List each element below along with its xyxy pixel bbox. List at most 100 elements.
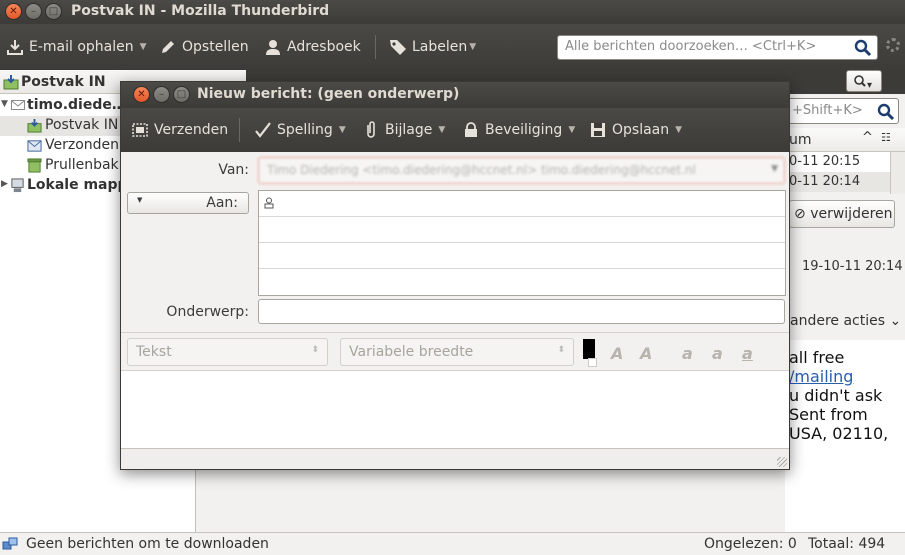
message-body-line: all free [789,348,845,367]
compose-body-editor[interactable] [121,370,789,448]
compose-title: Nieuw bericht: (geen onderwerp) [197,86,460,102]
search-icon[interactable] [876,102,896,123]
total-count: Totaal: 494 [808,536,886,552]
quick-filter-button[interactable]: ▾ [846,70,882,92]
checkmark-icon [254,121,272,139]
recipient-type-select[interactable]: ▼ Aan: [127,192,249,214]
folder-label: Postvak IN [45,117,119,133]
resize-grip-icon[interactable] [777,457,787,467]
compose-label: Opstellen [182,39,249,55]
subject-input[interactable] [258,299,785,324]
search-icon [854,75,866,87]
global-search-placeholder: Alle berichten doorzoeken… <Ctrl+K> [565,39,817,54]
chevron-down-icon[interactable]: ▼ [568,125,575,135]
delete-button[interactable]: ⊘ verwijderen [789,200,895,228]
message-list-header[interactable]: um ^ ☷ [785,128,905,152]
recipient-type-label: Aan: [206,195,238,211]
message-date: 19-10-11 20:14 [802,259,903,274]
send-icon [131,121,149,139]
chevron-down-icon[interactable]: ▼ [339,125,346,135]
recipient-list [258,190,786,296]
recipient-row[interactable] [259,191,785,217]
compose-button[interactable]: Opstellen [159,36,249,58]
toolbar-separator [375,35,376,59]
date-column-header[interactable]: um [789,132,812,148]
chevron-updown-icon: ⬍ [311,345,319,355]
compose-status-bar [121,448,789,469]
message-body-line: Sent from [789,405,868,424]
get-mail-button[interactable]: E-mail ophalen ▼ [6,36,147,58]
table-row[interactable]: 0-11 20:14 [785,172,890,192]
status-bar: Geen berichten om te downloaden Ongeleze… [0,532,905,555]
chevron-down-icon[interactable]: ▼ [140,42,147,52]
sort-ascending-icon[interactable]: ^ [862,130,873,145]
lock-icon [462,121,480,139]
font-select[interactable]: Variabele breedte ⬍ [340,338,574,366]
minimize-window-button[interactable]: – [25,3,42,20]
minimize-compose-button[interactable]: – [153,86,170,103]
window-title: Postvak IN - Mozilla Thunderbird [71,3,330,19]
pencil-icon [159,38,177,56]
address-book-label: Adresboek [287,39,361,55]
status-text: Geen berichten om te downloaden [26,536,269,552]
table-row[interactable]: 0-11 20:15 [785,152,890,172]
tag-button[interactable]: Labelen ▼ [389,36,476,58]
expander-open-icon[interactable]: ▼ [1,99,8,109]
from-label: Van: [218,162,249,178]
chevron-down-icon[interactable]: ▼ [438,125,445,135]
recipient-row[interactable] [259,243,785,269]
text-color-swatch[interactable] [583,339,595,359]
save-button[interactable]: Opslaan ▼ [589,119,682,141]
paperclip-icon [362,121,380,139]
chevron-down-icon[interactable]: ▼ [675,125,682,135]
background-color-swatch[interactable] [588,358,597,367]
chevron-down-icon: ▼ [137,196,143,204]
chevron-updown-icon: ⬍ [557,345,565,355]
more-actions-button[interactable]: andere acties ⌄ [790,313,901,329]
chevron-down-icon: ⌄ [889,313,902,329]
more-actions-label: andere acties [790,313,886,329]
attach-button[interactable]: Bijlage ▼ [362,119,445,141]
message-list-scrollbar[interactable] [890,152,905,194]
expander-closed-icon[interactable]: ▶ [1,179,8,189]
address-book-button[interactable]: Adresboek [264,36,361,58]
gear-icon[interactable] [886,38,900,52]
close-compose-button[interactable]: ✕ [133,86,150,103]
bold-icon[interactable]: a [682,344,702,364]
maximize-compose-button[interactable]: □ [173,86,190,103]
network-status-icon[interactable] [2,536,18,555]
folder-label: Prullenbak [45,157,119,173]
text-color-picker[interactable] [581,339,597,367]
font-value: Variabele breedte [349,344,474,360]
folder-pane-title: Postvak IN [21,74,106,90]
security-label: Beveiliging [485,122,563,138]
contact-icon [264,197,274,213]
font-size-smaller-icon[interactable]: A [611,344,631,364]
recipient-row[interactable] [259,269,785,295]
main-titlebar: ✕ – □ Postvak IN - Mozilla Thunderbird [0,0,905,24]
from-select[interactable]: Timo Diedering <timo.diedering@hccnet.nl… [258,157,785,184]
paragraph-format-select[interactable]: Tekst ⬍ [127,338,328,366]
italic-icon[interactable]: a [712,344,732,364]
column-picker-icon[interactable]: ☷ [881,131,891,144]
quick-search-input[interactable]: +Shift+K> [785,98,899,124]
recipient-row[interactable] [259,217,785,243]
font-size-larger-icon[interactable]: A [640,344,660,364]
message-body-line: u didn't ask [789,386,883,405]
security-button[interactable]: Beveiliging ▼ [462,119,575,141]
search-icon[interactable] [853,38,873,57]
underline-icon[interactable]: a [742,344,762,364]
unread-count: Ongelezen: 0 [704,536,797,552]
global-search-input[interactable]: Alle berichten doorzoeken… <Ctrl+K> [557,35,878,60]
close-window-button[interactable]: ✕ [5,3,22,20]
maximize-window-button[interactable]: □ [45,3,62,20]
no-entry-icon: ⊘ [794,206,806,222]
send-button[interactable]: Verzenden [131,119,228,141]
message-body-line: USA, 02110, [789,424,889,443]
attach-label: Bijlage [385,122,433,138]
message-body-link[interactable]: /mailing [789,367,905,386]
floppy-disk-icon [589,121,607,139]
spelling-button[interactable]: Spelling ▼ [254,119,346,141]
quick-search-placeholder: +Shift+K> [792,103,863,118]
chevron-down-icon[interactable]: ▼ [469,42,476,52]
